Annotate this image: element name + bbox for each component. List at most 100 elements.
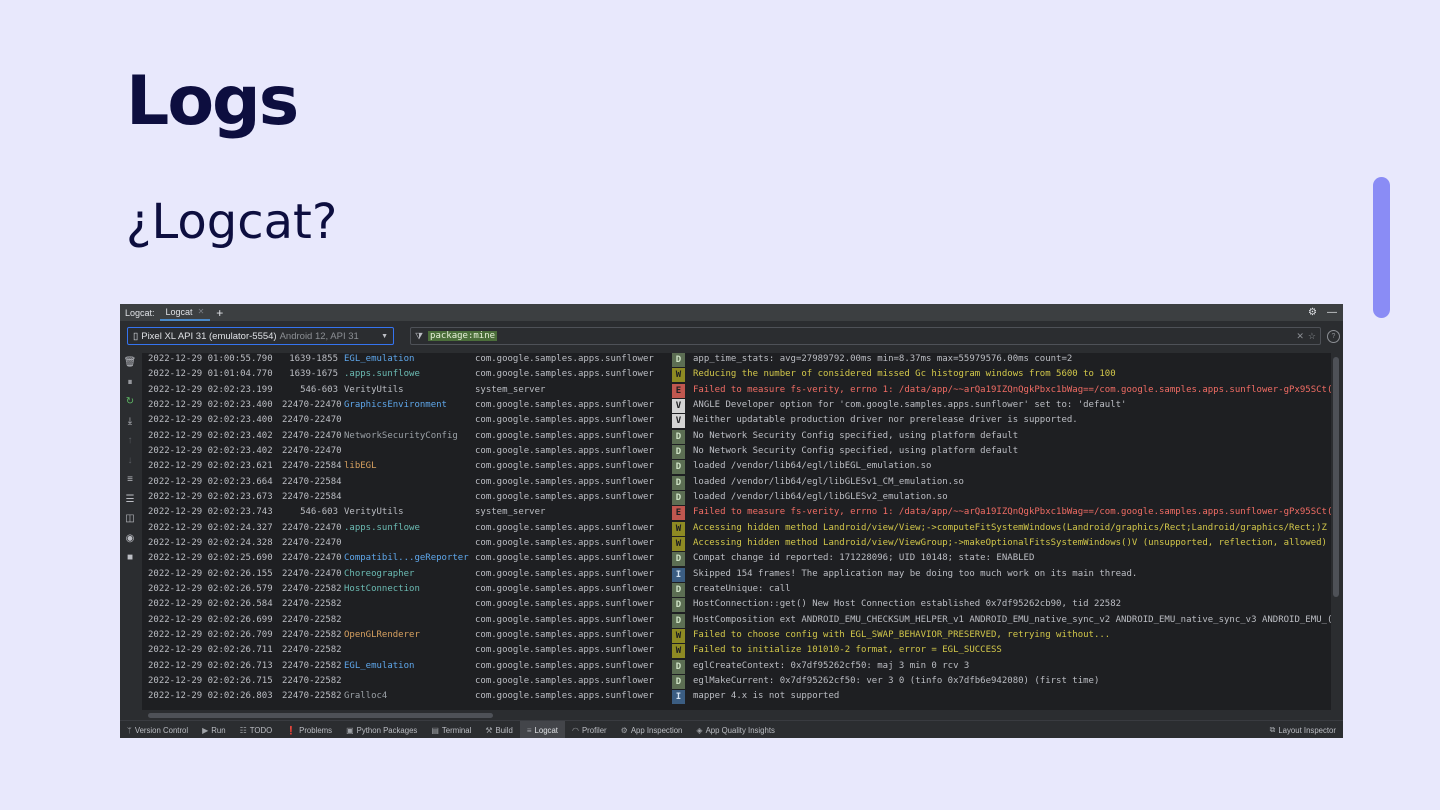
log-timestamp: 2022-12-29 02:02:26.715	[148, 675, 273, 686]
log-package: com.google.samples.apps.sunflower	[475, 461, 654, 472]
log-timestamp: 2022-12-29 02:02:23.402	[148, 430, 273, 441]
log-row[interactable]: 2022-12-29 02:02:26.715 22470-22582 com.go…	[142, 674, 1331, 690]
log-level-badge: D	[672, 598, 685, 613]
chevron-down-icon: ▼	[381, 332, 388, 340]
vertical-scrollbar[interactable]	[1332, 353, 1340, 710]
star-icon[interactable]: ☆	[1308, 331, 1316, 342]
log-package: system_server	[475, 507, 546, 518]
tool-window-header: Logcat: Logcat ✕ + ⚙ —	[120, 304, 1343, 321]
log-row[interactable]: 2022-12-29 01:01:04.770 1639-1675 .apps.su…	[142, 368, 1331, 383]
log-row[interactable]: 2022-12-29 02:02:23.664 22470-22584 com.go…	[142, 475, 1331, 491]
screen-record-icon[interactable]: ■	[120, 548, 140, 568]
log-row[interactable]: 2022-12-29 02:02:25.690 22470-22470 Compat…	[142, 552, 1331, 567]
toolbar-item-build[interactable]: ⚒ Build	[478, 721, 520, 738]
log-tag: EGL_emulation	[344, 354, 415, 364]
tab-logcat-label: Logcat	[165, 306, 193, 317]
toolbar-item-profiler[interactable]: ◠ Profiler	[565, 721, 614, 738]
log-level-badge: W	[672, 536, 685, 551]
log-row[interactable]: 2022-12-29 02:02:26.155 22470-22470 Choreo…	[142, 567, 1331, 583]
log-row[interactable]: 2022-12-29 02:02:26.579 22470-22582 HostCo…	[142, 582, 1331, 598]
toolbar-item-label: TODO	[249, 725, 273, 735]
log-pid: 22470-22470	[282, 522, 342, 533]
log-output[interactable]: 2022-12-29 01:00:55.790 1639-1855 EGL_emul…	[142, 353, 1331, 710]
toolbar-item-run[interactable]: ▶ Run	[195, 721, 232, 738]
filter-bar: ▯ Pixel XL API 31 (emulator-5554) Androi…	[120, 326, 1343, 348]
toolbar-item-terminal[interactable]: ▤ Terminal	[424, 721, 478, 738]
help-icon[interactable]: ?	[1327, 330, 1340, 343]
log-row[interactable]: 2022-12-29 02:02:26.803 22470-22582 Grallo…	[142, 690, 1331, 705]
restart-icon[interactable]: ↻	[120, 392, 140, 412]
toolbar-item-problems[interactable]: ❗ Problems	[279, 721, 339, 738]
logcat-window: Logcat: Logcat ✕ + ⚙ — ▯ Pixel XL API 31…	[120, 304, 1343, 738]
log-package: com.google.samples.apps.sunflower	[475, 522, 654, 533]
next-occurrence-icon[interactable]: ↓	[120, 451, 140, 471]
add-tab-button[interactable]: +	[210, 306, 229, 320]
toolbar-item-layout-inspector[interactable]: ⧉ Layout Inspector	[1263, 721, 1343, 738]
log-row[interactable]: 2022-12-29 02:02:26.584 22470-22582 com.go…	[142, 598, 1331, 613]
log-message: Failed to choose config with EGL_SWAP_BE…	[693, 629, 1111, 640]
configure-view-icon[interactable]: ☰	[120, 490, 140, 510]
tab-logcat[interactable]: Logcat ✕	[159, 304, 211, 321]
problems-icon: ❗	[286, 725, 297, 735]
branch-icon: ᛘ	[127, 725, 132, 735]
log-pid: 22470-22582	[282, 583, 342, 594]
log-tag: VerityUtils	[344, 384, 404, 395]
log-row[interactable]: 2022-12-29 02:02:23.199 546-603 VerityUtil…	[142, 383, 1331, 399]
log-row[interactable]: 2022-12-29 02:02:23.402 22470-22470 com.go…	[142, 444, 1331, 460]
toolbar-item-todo[interactable]: ☷ TODO	[233, 721, 280, 738]
scroll-to-end-icon[interactable]: ⤓	[120, 412, 140, 432]
log-row[interactable]: 2022-12-29 02:02:24.328 22470-22470 com.go…	[142, 536, 1331, 552]
log-row[interactable]: 2022-12-29 02:02:24.327 22470-22470 .apps.…	[142, 521, 1331, 537]
log-tag: VerityUtils	[344, 507, 404, 518]
device-dropdown[interactable]: ▯ Pixel XL API 31 (emulator-5554) Androi…	[127, 327, 394, 345]
horizontal-scroll-thumb[interactable]	[148, 713, 493, 718]
log-level-badge: E	[672, 383, 685, 398]
log-message: Failed to measure fs-verity, errno 1: /d…	[693, 384, 1331, 395]
log-level-badge: W	[672, 628, 685, 643]
log-package: system_server	[475, 384, 546, 395]
minimize-icon[interactable]: —	[1327, 307, 1337, 318]
log-row[interactable]: 2022-12-29 02:02:23.743 546-603 VerityUtil…	[142, 506, 1331, 521]
vertical-scroll-thumb[interactable]	[1333, 357, 1339, 597]
toolbar-item-app-quality-insights[interactable]: ◈ App Quality Insights	[689, 721, 782, 738]
log-row[interactable]: 2022-12-29 02:02:26.699 22470-22582 com.go…	[142, 613, 1331, 629]
log-row[interactable]: 2022-12-29 01:00:55.790 1639-1855 EGL_emul…	[142, 353, 1331, 368]
clear-logcat-icon[interactable]: 🗑	[120, 353, 140, 373]
toolbar-item-app-inspection[interactable]: ⚙ App Inspection	[614, 721, 690, 738]
previous-occurrence-icon[interactable]: ↑	[120, 431, 140, 451]
log-row[interactable]: 2022-12-29 02:02:23.400 22470-22470 Graphi…	[142, 398, 1331, 414]
toolbar-item-version-control[interactable]: ᛘ Version Control	[120, 721, 195, 738]
log-row[interactable]: 2022-12-29 02:02:23.400 22470-22470 com.go…	[142, 414, 1331, 429]
log-timestamp: 2022-12-29 02:02:23.400	[148, 415, 273, 426]
filter-query[interactable]: package:mine	[428, 331, 498, 341]
log-tag: Gralloc4	[344, 691, 388, 702]
gear-icon[interactable]: ⚙	[1308, 307, 1317, 318]
pause-icon[interactable]: ⏸	[120, 373, 140, 393]
toolbar-item-python-packages[interactable]: ▣ Python Packages	[339, 721, 424, 738]
horizontal-scrollbar[interactable]	[142, 712, 1331, 719]
app-inspection-icon: ⚙	[620, 725, 628, 735]
log-row[interactable]: 2022-12-29 02:02:23.402 22470-22470 Networ…	[142, 429, 1331, 445]
log-timestamp: 2022-12-29 02:02:26.699	[148, 614, 273, 625]
log-pid: 22470-22582	[282, 660, 342, 671]
log-row[interactable]: 2022-12-29 02:02:26.713 22470-22582 EGL_em…	[142, 659, 1331, 675]
log-row[interactable]: 2022-12-29 02:02:23.621 22470-22584 libEGL…	[142, 460, 1331, 475]
split-panels-icon[interactable]: ◫	[120, 509, 140, 529]
close-icon[interactable]: ✕	[198, 307, 205, 316]
slide-scroll-indicator[interactable]	[1373, 177, 1390, 318]
filter-input[interactable]: ⧩ package:mine ✕ ☆	[410, 327, 1321, 345]
phone-icon: ▯	[133, 330, 139, 342]
log-level-badge: I	[672, 690, 685, 705]
log-message: Failed to measure fs-verity, errno 1: /d…	[693, 507, 1331, 518]
log-level-badge: D	[672, 460, 685, 475]
log-level-badge: D	[672, 613, 685, 628]
toolbar-item-logcat[interactable]: ≡ Logcat	[519, 721, 565, 738]
log-row[interactable]: 2022-12-29 02:02:23.673 22470-22584 com.go…	[142, 490, 1331, 506]
log-row[interactable]: 2022-12-29 02:02:26.711 22470-22582 com.go…	[142, 644, 1331, 659]
screenshot-icon[interactable]: ◉	[120, 529, 140, 549]
log-pid: 22470-22470	[282, 553, 342, 564]
clear-filter-icon[interactable]: ✕	[1296, 331, 1304, 342]
log-row[interactable]: 2022-12-29 02:02:26.709 22470-22582 OpenGL…	[142, 628, 1331, 644]
log-message: ANGLE Developer option for 'com.google.s…	[693, 399, 1127, 410]
soft-wrap-icon[interactable]: ≡	[120, 470, 140, 490]
